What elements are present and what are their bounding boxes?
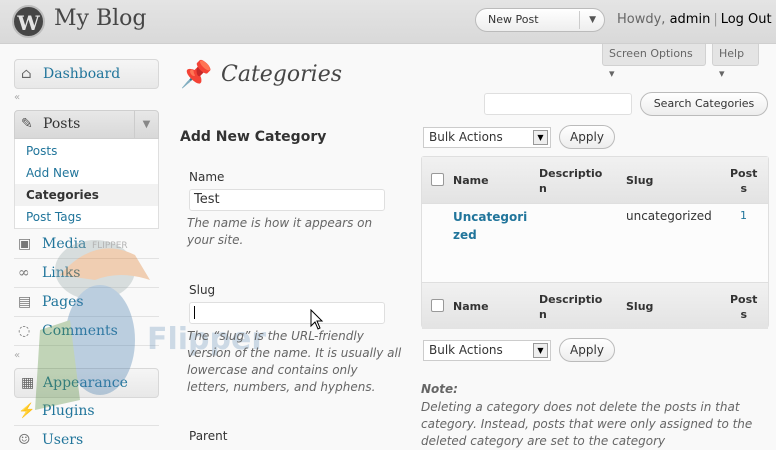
category-slug: uncategorized [626,209,712,223]
select-all-checkbox-footer[interactable] [431,299,444,312]
menu-plugins[interactable]: ⚡ Plugins [14,397,159,426]
collapse-arrow-icon[interactable]: « [14,92,20,103]
slug-label: Slug [189,283,216,297]
footer-column-name[interactable]: Name [453,299,489,314]
menu-appearance-label: Appearance [43,375,128,391]
note-title: Note: [421,382,458,396]
submenu-item-add-new[interactable]: Add New [15,162,158,184]
site-title[interactable]: My Blog [54,6,146,31]
bulk-actions-select-top[interactable]: Bulk Actions ▼ [423,127,551,148]
dropdown-separator [579,11,580,29]
admin-header: W My Blog New Post ▼ Howdy, admin | Log Ou… [0,0,776,44]
name-field[interactable]: Test [189,189,385,211]
slug-help-text: The “slug” is the URL-friendly version o… [187,329,402,394]
submenu-item-post-tags[interactable]: Post Tags [15,206,158,228]
name-help-text: The name is how it appears on your site. [187,216,373,247]
home-icon: ⌂ [21,66,32,82]
note-text: Deleting a category does not delete the … [421,400,753,448]
pushpin-icon: ✎ [21,116,33,132]
search-input[interactable] [484,93,632,115]
appearance-icon: ▦ [21,375,35,391]
comment-bubble-icon: ◌ [18,323,31,339]
wordpress-logo-icon[interactable]: W [12,5,45,38]
howdy-prefix: Howdy, [617,12,670,27]
logout-link[interactable]: Log Out [721,12,772,27]
menu-pages[interactable]: ▤ Pages [14,288,159,317]
select-all-checkbox[interactable] [431,173,444,186]
favorite-actions-dropdown[interactable]: New Post ▼ [475,8,605,32]
posts-submenu: Posts Add New Categories Post Tags [14,139,159,229]
submenu-item-categories[interactable]: Categories [15,184,158,206]
table-footer: Name Descriptio n Slug Post s [422,283,768,329]
menu-posts-label: Posts [43,116,81,132]
categories-table: Name Descriptio n Slug Post s Uncategori… [421,156,769,329]
column-description[interactable]: Descriptio n [539,166,609,196]
category-name-link[interactable]: Uncategori zed [453,208,533,244]
pushpin-icon-large: 📌 [180,60,213,90]
apply-button-bottom[interactable]: Apply [559,338,615,362]
add-new-category-heading: Add New Category [180,129,327,145]
link-icon: ∞ [18,265,30,281]
footer-column-description[interactable]: Descriptio n [539,292,609,322]
collapse-arrow-icon-2[interactable]: « [14,350,20,361]
screen-options-tab[interactable]: Screen Options ▾ [602,44,706,80]
page-title: Categories [221,62,342,87]
menu-comments[interactable]: ◌ Comments [14,317,159,346]
menu-media[interactable]: ▣ Media [14,230,159,259]
text-caret [194,306,195,319]
bulk-actions-value-bottom: Bulk Actions [429,343,503,357]
footer-column-posts[interactable]: Post s [730,292,757,322]
bulk-actions-value-top: Bulk Actions [429,130,503,144]
menu-toggle-icon[interactable]: ▼ [134,111,158,138]
username-link[interactable]: admin [670,12,711,27]
name-label: Name [189,170,225,184]
menu-dashboard-label: Dashboard [43,66,121,82]
column-posts[interactable]: Post s [730,166,757,196]
help-tab[interactable]: Help ▾ [712,44,759,80]
media-icon: ▣ [18,236,32,252]
select-arrow-icon-bottom[interactable]: ▼ [533,343,548,358]
new-post-label[interactable]: New Post [488,13,539,26]
menu-dashboard[interactable]: ⌂ Dashboard [14,59,159,89]
column-name[interactable]: Name [453,173,489,188]
menu-posts[interactable]: ✎ Posts ▼ [14,110,159,139]
submenu-item-posts[interactable]: Posts [15,140,158,162]
menu-appearance[interactable]: ▦ Appearance [14,368,159,398]
apply-button-top[interactable]: Apply [559,125,615,149]
footer-column-slug[interactable]: Slug [626,299,653,314]
select-arrow-icon[interactable]: ▼ [533,130,548,145]
pages-icon: ▤ [18,294,32,310]
menu-comments-label: Comments [42,323,118,339]
menu-media-label: Media [42,236,87,252]
parent-label: Parent [189,429,228,443]
triangle-down-icon[interactable]: ▼ [589,9,596,31]
users-icon: ☺ [18,432,31,448]
column-slug[interactable]: Slug [626,173,653,188]
table-row: Uncategori zed uncategorized 1 [422,203,768,283]
menu-links-label: Links [42,265,81,281]
mouse-pointer-icon [310,309,324,330]
slug-field[interactable] [189,302,385,324]
menu-links[interactable]: ∞ Links [14,259,159,288]
menu-users[interactable]: ☺ Users [14,426,159,450]
category-post-count-link[interactable]: 1 [740,209,747,222]
plugin-icon: ⚡ [18,403,36,419]
greeting-separator: | [713,12,718,27]
table-header: Name Descriptio n Slug Post s [422,157,768,203]
search-categories-button[interactable]: Search Categories [640,92,768,116]
menu-pages-label: Pages [42,294,84,310]
menu-plugins-label: Plugins [42,403,95,419]
user-greeting: Howdy, admin | Log Out [617,12,772,27]
bulk-actions-select-bottom[interactable]: Bulk Actions ▼ [423,340,551,361]
menu-users-label: Users [42,432,84,448]
